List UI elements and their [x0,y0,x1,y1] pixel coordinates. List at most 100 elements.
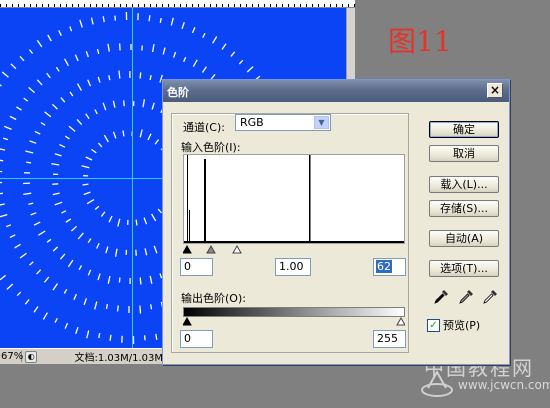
channel-label: 通道(C): [183,121,225,134]
tick-mark [64,135,70,140]
tick-mark [159,17,162,24]
tick-mark [112,131,117,139]
ok-button[interactable]: 确定 [429,121,499,138]
tick-mark [98,332,101,339]
tick-mark [19,55,25,62]
preview-checkbox[interactable]: ✓ [427,318,440,332]
tick-mark [36,269,42,275]
output-levels-label: 输出色阶(O): [181,292,246,305]
tick-mark [29,140,37,144]
tick-mark [0,203,5,206]
input-levels-label: 输入色阶(I): [181,141,241,154]
tick-mark [108,215,113,223]
tick-mark [149,275,153,284]
tick-mark [116,305,119,312]
tick-mark [33,306,39,313]
white-eyedropper-icon[interactable] [482,289,498,305]
histogram [183,154,405,244]
black-point-handle [183,244,192,254]
tick-mark [170,17,174,26]
histogram-bar [189,210,190,243]
tick-mark [96,48,100,55]
tick-mark [28,202,34,206]
channel-select[interactable]: RGB ▼ [235,114,331,131]
tick-mark [46,238,52,243]
tick-mark [52,283,59,291]
vertical-guide[interactable] [132,8,133,348]
cancel-button[interactable]: 取消 [429,145,499,162]
close-button[interactable]: × [487,83,503,98]
histogram-bar [309,155,311,243]
tick-mark [19,252,27,259]
input-white-field[interactable]: 62 [373,258,406,276]
tick-mark [82,183,89,186]
tick-mark [40,121,46,126]
dialog-titlebar[interactable]: 色阶 × [163,80,509,102]
save-button[interactable]: 存储(S)... [429,200,499,217]
tick-mark [52,192,60,196]
status-bar: 67% ◐ 文档:1.03M/1.03M [0,348,163,364]
preview-option[interactable]: ✓ 预览(P) [427,317,480,333]
tick-mark [144,248,148,256]
tick-mark [96,242,100,249]
tick-mark [112,100,116,108]
tick-mark [42,312,48,320]
status-menu-icon[interactable]: ◐ [25,350,38,363]
output-black-field[interactable]: 0 [180,330,213,348]
tick-mark [85,156,93,161]
tick-mark [69,91,74,97]
input-black-field[interactable]: 0 [180,258,213,276]
tick-mark [192,59,198,68]
input-levels-slider[interactable] [183,244,405,254]
close-icon: × [489,83,501,97]
tick-mark [151,213,157,222]
tick-mark [55,66,60,72]
checkmark-icon: ✓ [429,319,438,331]
tick-mark [64,58,69,67]
output-white-field[interactable]: 255 [373,330,406,348]
gray-eyedropper-icon[interactable] [458,289,474,305]
tick-mark [103,134,109,143]
tick-mark [30,212,37,216]
tick-mark [1,71,9,78]
tick-mark [191,27,196,34]
tick-mark [3,125,12,130]
tick-mark [75,326,79,335]
auto-button[interactable]: 自动(A) [429,230,499,247]
output-levels-slider[interactable] [183,317,405,326]
tick-mark [60,97,66,103]
input-white-value: 62 [376,260,392,273]
output-white-handle [396,317,405,326]
tick-mark [54,201,63,206]
tick-mark [181,21,185,30]
tick-mark [135,249,137,256]
options-button[interactable]: 选项(T)... [429,260,499,277]
tick-mark [139,305,142,314]
input-gamma-field[interactable]: 1.00 [275,258,311,276]
tick-mark [59,253,66,260]
tick-mark [65,218,72,223]
zoom-level[interactable]: 67% [0,351,23,362]
tick-mark [36,39,43,48]
tick-mark [183,56,187,63]
load-button[interactable]: 载入(L)... [429,176,499,193]
output-gradient-bar [183,307,405,317]
tick-mark [44,111,52,118]
chevron-down-icon[interactable]: ▼ [314,116,329,129]
tick-mark [77,232,84,240]
preview-label: 预览(P) [443,319,481,332]
tick-mark [221,43,227,50]
tick-mark [135,219,138,226]
tick-mark [98,142,103,148]
tick-mark [94,205,100,210]
tick-mark [29,261,34,266]
tick-mark [118,277,121,283]
tick-mark [97,76,101,83]
tick-mark [58,30,62,36]
tick-mark [97,273,101,281]
tick-mark [107,43,110,52]
tick-mark [51,162,60,166]
tick-mark [122,130,125,137]
tick-mark [76,83,82,91]
black-eyedropper-icon[interactable] [433,289,449,305]
